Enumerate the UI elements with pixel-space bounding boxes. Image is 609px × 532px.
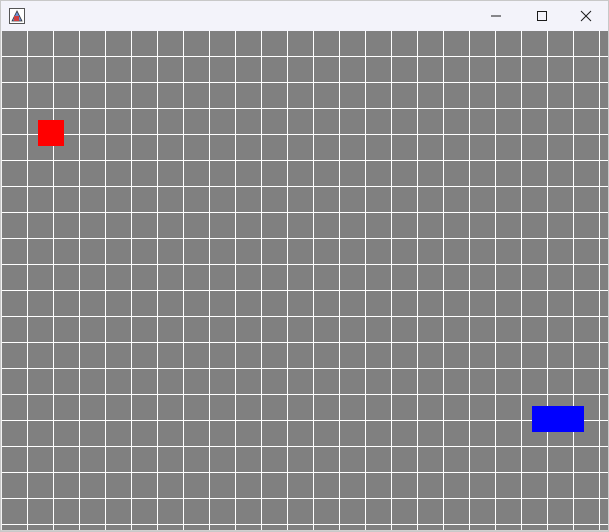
board-background <box>2 31 608 530</box>
maximize-icon <box>536 10 548 22</box>
game-canvas[interactable] <box>2 31 609 530</box>
maximize-button[interactable] <box>519 1 565 31</box>
target-block <box>532 406 584 432</box>
player-block <box>38 120 64 146</box>
java-app-icon <box>9 8 25 24</box>
title-bar[interactable] <box>1 1 608 31</box>
close-button[interactable] <box>563 1 608 31</box>
game-board[interactable] <box>2 31 609 530</box>
minimize-button[interactable] <box>473 1 519 31</box>
close-icon <box>580 10 592 22</box>
game-window <box>0 0 609 532</box>
minimize-icon <box>490 10 502 22</box>
